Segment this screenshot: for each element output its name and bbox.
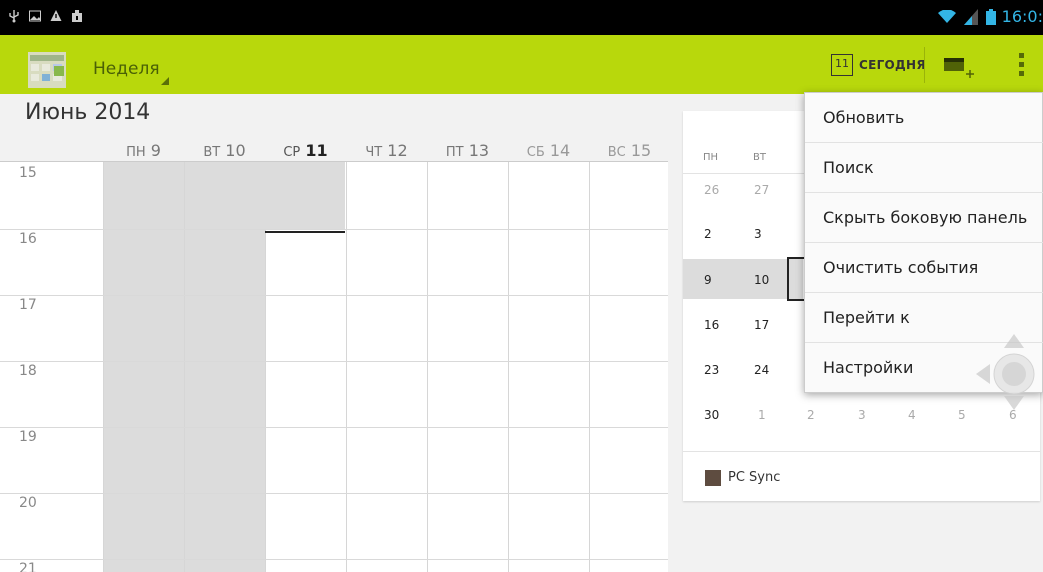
overflow-menu-button[interactable] — [1012, 49, 1032, 81]
mini-month-day[interactable]: 30 — [704, 408, 744, 422]
spinner-arrow-icon — [161, 77, 169, 85]
mini-month-day[interactable]: 4 — [908, 408, 948, 422]
calendar-name[interactable]: PC Sync — [728, 470, 780, 485]
warning-icon — [50, 10, 62, 21]
mini-month-day[interactable]: 3 — [754, 227, 794, 241]
mini-month-day[interactable]: 1 — [758, 408, 798, 422]
overflow-dot — [1019, 53, 1024, 58]
overflow-dot — [1019, 71, 1024, 76]
day-header-wed[interactable]: СР 11 — [265, 139, 346, 162]
hour-label: 15 — [19, 165, 37, 181]
mini-month-day[interactable]: 2 — [807, 408, 847, 422]
action-bar: Неделя 11 СЕГОДНЯ — [0, 35, 1043, 94]
overflow-dot — [1019, 62, 1024, 67]
month-title: Июнь 2014 — [25, 100, 151, 125]
hour-label: 16 — [19, 231, 37, 247]
hour-gridline — [0, 427, 668, 428]
mini-month-day[interactable]: 27 — [754, 183, 794, 197]
hour-gridline — [0, 493, 668, 494]
mini-month-day[interactable]: 10 — [754, 273, 794, 287]
day-header-sun[interactable]: ВС 15 — [589, 139, 668, 162]
mini-month-day[interactable]: 3 — [858, 408, 898, 422]
system-icons: 16:0: — [937, 7, 1043, 27]
actionbar-divider — [924, 47, 925, 83]
today-label: СЕГОДНЯ — [859, 58, 926, 72]
assistive-touch-icon[interactable] — [972, 330, 1043, 420]
today-icon-number: 11 — [835, 57, 849, 70]
clock: 16:0: — [1001, 7, 1043, 26]
view-spinner[interactable]: Неделя — [93, 51, 177, 87]
mini-month-dow: ПН — [703, 152, 719, 163]
day-column[interactable] — [103, 162, 184, 572]
signal-icon — [963, 9, 978, 25]
day-header-mon[interactable]: ПН 9 — [103, 139, 184, 162]
hour-gridline — [0, 361, 668, 362]
notification-icons — [8, 9, 83, 23]
day-column[interactable] — [589, 162, 668, 572]
day-header-row: ПН 9 ВТ 10 СР 11 ЧТ 12 ПТ 13 СБ 14 ВС 15 — [0, 139, 668, 162]
battery-icon — [985, 9, 996, 25]
calendar-today-icon: 11 — [831, 54, 853, 76]
mini-month-day[interactable]: 26 — [704, 183, 744, 197]
calendar-app: 16:0: Неделя 11 СЕГОДНЯ Июнь 2014 ПН 9 В… — [0, 0, 1043, 572]
image-icon — [29, 10, 41, 22]
hour-gridline — [0, 559, 668, 560]
mini-month-day[interactable]: 24 — [754, 363, 794, 377]
week-grid[interactable]: ПН 9 ВТ 10 СР 11 ЧТ 12 ПТ 13 СБ 14 ВС 15… — [0, 139, 668, 572]
day-header-sat[interactable]: СБ 14 — [508, 139, 589, 162]
day-column[interactable] — [508, 162, 589, 572]
menu-item-clear-events[interactable]: Очистить события — [805, 243, 1043, 293]
mini-month-day[interactable]: 23 — [704, 363, 744, 377]
day-header-tue[interactable]: ВТ 10 — [184, 139, 265, 162]
hour-gridline — [0, 295, 668, 296]
day-column[interactable] — [346, 162, 427, 572]
mini-month-day[interactable]: 9 — [704, 273, 744, 287]
usb-icon — [9, 10, 19, 23]
calendar-app-icon[interactable] — [28, 52, 66, 88]
mini-month-dow: ВТ — [753, 152, 766, 163]
mini-month-day[interactable]: 16 — [704, 318, 744, 332]
hour-label: 19 — [19, 429, 37, 445]
hour-label: 21 — [19, 561, 37, 572]
menu-item-search[interactable]: Поиск — [805, 143, 1043, 193]
day-header-thu[interactable]: ЧТ 12 — [346, 139, 427, 162]
hour-label: 20 — [19, 495, 37, 511]
view-label: Неделя — [93, 59, 160, 79]
new-event-icon[interactable] — [940, 49, 976, 81]
mini-month-divider — [683, 451, 1040, 452]
wifi-icon — [937, 10, 956, 23]
menu-item-refresh[interactable]: Обновить — [805, 93, 1043, 143]
mini-month-day[interactable]: 2 — [704, 227, 744, 241]
hour-label: 18 — [19, 363, 37, 379]
status-bar: 16:0: — [0, 0, 1043, 35]
day-column[interactable] — [427, 162, 508, 572]
download-icon — [72, 10, 82, 22]
day-column[interactable] — [184, 162, 265, 572]
today-past-block — [265, 162, 345, 229]
calendar-color-swatch — [705, 470, 721, 486]
mini-month-day[interactable]: 17 — [754, 318, 794, 332]
menu-item-hide-sidebar[interactable]: Скрыть боковую панель — [805, 193, 1043, 243]
today-button[interactable]: 11 СЕГОДНЯ — [823, 49, 929, 81]
day-header-fri[interactable]: ПТ 13 — [427, 139, 508, 162]
hour-label: 17 — [19, 297, 37, 313]
hour-gridline — [0, 229, 668, 230]
current-time-line — [265, 231, 345, 233]
